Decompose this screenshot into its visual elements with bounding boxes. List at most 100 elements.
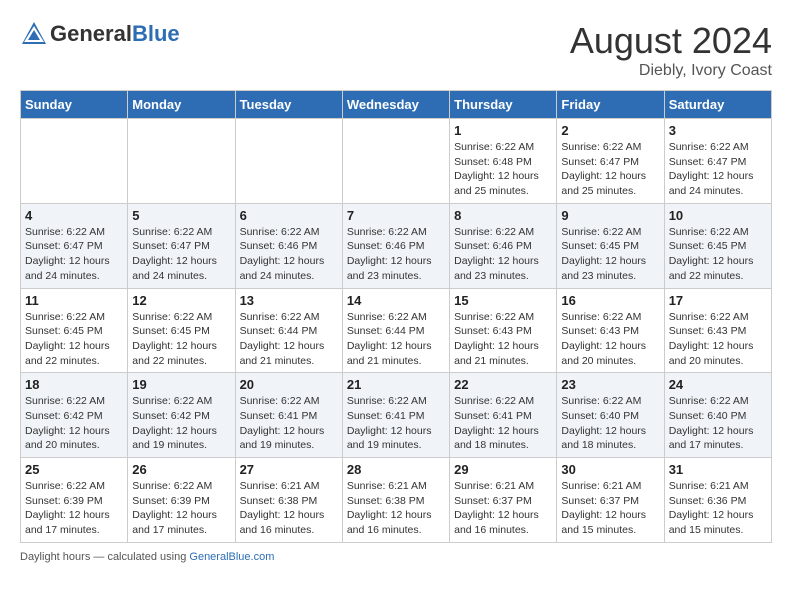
calendar-cell: 4Sunrise: 6:22 AM Sunset: 6:47 PM Daylig… bbox=[21, 203, 128, 288]
website-link[interactable]: GeneralBlue.com bbox=[189, 551, 274, 563]
day-number: 30 bbox=[561, 462, 659, 477]
day-number: 29 bbox=[454, 462, 552, 477]
calendar-cell: 20 Sunrise: 6:22 AM Sunset: 6:41 PM Dayli… bbox=[235, 373, 342, 458]
day-number: 16 bbox=[561, 293, 659, 308]
calendar-week-row: 18 Sunrise: 6:22 AM Sunset: 6:42 PM Dayli… bbox=[21, 373, 772, 458]
day-info: Sunrise: 6:22 AM Sunset: 6:41 PM Dayligh… bbox=[240, 394, 338, 453]
calendar-day-header: Thursday bbox=[450, 91, 557, 119]
calendar-cell: 23Sunrise: 6:22 AM Sunset: 6:40 PM Dayli… bbox=[557, 373, 664, 458]
day-number: 19 bbox=[132, 377, 230, 392]
calendar-cell: 17 Sunrise: 6:22 AM Sunset: 6:43 PM Dayli… bbox=[664, 288, 771, 373]
calendar-week-row: 11 Sunrise: 6:22 AM Sunset: 6:45 PM Dayli… bbox=[21, 288, 772, 373]
title-section: August 2024 Diebly, Ivory Coast bbox=[570, 20, 772, 80]
day-info: Sunrise: 6:22 AM Sunset: 6:44 PM Dayligh… bbox=[240, 310, 338, 369]
day-number: 11 bbox=[25, 293, 123, 308]
calendar-cell: 31 Sunrise: 6:21 AM Sunset: 6:36 PM Dayli… bbox=[664, 458, 771, 543]
day-number: 18 bbox=[25, 377, 123, 392]
day-info: Sunrise: 6:22 AM Sunset: 6:42 PM Dayligh… bbox=[132, 394, 230, 453]
day-info: Sunrise: 6:21 AM Sunset: 6:38 PM Dayligh… bbox=[240, 479, 338, 538]
calendar-cell: 9 Sunrise: 6:22 AM Sunset: 6:45 PM Daylig… bbox=[557, 203, 664, 288]
calendar-cell bbox=[128, 119, 235, 204]
logo-icon bbox=[20, 20, 48, 48]
calendar-cell bbox=[235, 119, 342, 204]
calendar-cell: 28 Sunrise: 6:21 AM Sunset: 6:38 PM Dayli… bbox=[342, 458, 449, 543]
day-info: Sunrise: 6:22 AM Sunset: 6:39 PM Dayligh… bbox=[132, 479, 230, 538]
day-info: Sunrise: 6:22 AM Sunset: 6:45 PM Dayligh… bbox=[25, 310, 123, 369]
day-number: 8 bbox=[454, 208, 552, 223]
daylight-label: Daylight hours bbox=[20, 551, 90, 563]
calendar-cell: 27Sunrise: 6:21 AM Sunset: 6:38 PM Dayli… bbox=[235, 458, 342, 543]
day-info: Sunrise: 6:22 AM Sunset: 6:42 PM Dayligh… bbox=[25, 394, 123, 453]
day-info: Sunrise: 6:22 AM Sunset: 6:47 PM Dayligh… bbox=[132, 225, 230, 284]
calendar-cell: 16 Sunrise: 6:22 AM Sunset: 6:43 PM Dayli… bbox=[557, 288, 664, 373]
day-info: Sunrise: 6:22 AM Sunset: 6:43 PM Dayligh… bbox=[561, 310, 659, 369]
calendar-cell: 19 Sunrise: 6:22 AM Sunset: 6:42 PM Dayli… bbox=[128, 373, 235, 458]
day-info: Sunrise: 6:22 AM Sunset: 6:41 PM Dayligh… bbox=[347, 394, 445, 453]
calendar-week-row: 1 Sunrise: 6:22 AM Sunset: 6:48 PM Daylig… bbox=[21, 119, 772, 204]
day-number: 21 bbox=[347, 377, 445, 392]
calendar-day-header: Sunday bbox=[21, 91, 128, 119]
calendar-cell: 30 Sunrise: 6:21 AM Sunset: 6:37 PM Dayli… bbox=[557, 458, 664, 543]
day-info: Sunrise: 6:22 AM Sunset: 6:43 PM Dayligh… bbox=[669, 310, 767, 369]
footer-note: Daylight hours — calculated using Genera… bbox=[20, 551, 772, 563]
day-info: Sunrise: 6:22 AM Sunset: 6:40 PM Dayligh… bbox=[669, 394, 767, 453]
day-info: Sunrise: 6:21 AM Sunset: 6:36 PM Dayligh… bbox=[669, 479, 767, 538]
day-number: 10 bbox=[669, 208, 767, 223]
day-number: 6 bbox=[240, 208, 338, 223]
day-number: 13 bbox=[240, 293, 338, 308]
day-info: Sunrise: 6:22 AM Sunset: 6:43 PM Dayligh… bbox=[454, 310, 552, 369]
day-number: 2 bbox=[561, 123, 659, 138]
calendar-cell: 29 Sunrise: 6:21 AM Sunset: 6:37 PM Dayli… bbox=[450, 458, 557, 543]
day-info: Sunrise: 6:22 AM Sunset: 6:46 PM Dayligh… bbox=[240, 225, 338, 284]
location-subtitle: Diebly, Ivory Coast bbox=[570, 62, 772, 80]
day-number: 9 bbox=[561, 208, 659, 223]
day-number: 22 bbox=[454, 377, 552, 392]
calendar-cell: 10 Sunrise: 6:22 AM Sunset: 6:45 PM Dayli… bbox=[664, 203, 771, 288]
day-info: Sunrise: 6:21 AM Sunset: 6:37 PM Dayligh… bbox=[454, 479, 552, 538]
day-info: Sunrise: 6:22 AM Sunset: 6:40 PM Dayligh… bbox=[561, 394, 659, 453]
day-number: 1 bbox=[454, 123, 552, 138]
day-info: Sunrise: 6:22 AM Sunset: 6:48 PM Dayligh… bbox=[454, 140, 552, 199]
logo: GeneralBlue bbox=[20, 20, 180, 48]
day-info: Sunrise: 6:22 AM Sunset: 6:46 PM Dayligh… bbox=[454, 225, 552, 284]
day-info: Sunrise: 6:22 AM Sunset: 6:47 PM Dayligh… bbox=[25, 225, 123, 284]
calendar-week-row: 25 Sunrise: 6:22 AM Sunset: 6:39 PM Dayli… bbox=[21, 458, 772, 543]
day-number: 31 bbox=[669, 462, 767, 477]
month-year-title: August 2024 bbox=[570, 20, 772, 62]
day-info: Sunrise: 6:22 AM Sunset: 6:41 PM Dayligh… bbox=[454, 394, 552, 453]
day-number: 3 bbox=[669, 123, 767, 138]
calendar-cell: 25Sunrise: 6:22 AM Sunset: 6:39 PM Dayli… bbox=[21, 458, 128, 543]
calendar-day-header: Wednesday bbox=[342, 91, 449, 119]
calendar-cell: 1 Sunrise: 6:22 AM Sunset: 6:48 PM Daylig… bbox=[450, 119, 557, 204]
calendar-header-row: SundayMondayTuesdayWednesdayThursdayFrid… bbox=[21, 91, 772, 119]
calendar-cell: 7 Sunrise: 6:22 AM Sunset: 6:46 PM Daylig… bbox=[342, 203, 449, 288]
calendar-cell bbox=[342, 119, 449, 204]
day-info: Sunrise: 6:21 AM Sunset: 6:37 PM Dayligh… bbox=[561, 479, 659, 538]
calendar-cell: 13 Sunrise: 6:22 AM Sunset: 6:44 PM Dayli… bbox=[235, 288, 342, 373]
calendar-cell: 15Sunrise: 6:22 AM Sunset: 6:43 PM Dayli… bbox=[450, 288, 557, 373]
calendar-table: SundayMondayTuesdayWednesdayThursdayFrid… bbox=[20, 90, 772, 543]
day-number: 14 bbox=[347, 293, 445, 308]
calendar-day-header: Saturday bbox=[664, 91, 771, 119]
day-info: Sunrise: 6:22 AM Sunset: 6:44 PM Dayligh… bbox=[347, 310, 445, 369]
calendar-cell: 2Sunrise: 6:22 AM Sunset: 6:47 PM Daylig… bbox=[557, 119, 664, 204]
day-number: 7 bbox=[347, 208, 445, 223]
day-number: 28 bbox=[347, 462, 445, 477]
day-number: 26 bbox=[132, 462, 230, 477]
day-number: 24 bbox=[669, 377, 767, 392]
day-number: 25 bbox=[25, 462, 123, 477]
calendar-cell bbox=[21, 119, 128, 204]
day-number: 17 bbox=[669, 293, 767, 308]
calendar-cell: 21 Sunrise: 6:22 AM Sunset: 6:41 PM Dayli… bbox=[342, 373, 449, 458]
calendar-cell: 5Sunrise: 6:22 AM Sunset: 6:47 PM Daylig… bbox=[128, 203, 235, 288]
calendar-cell: 14 Sunrise: 6:22 AM Sunset: 6:44 PM Dayli… bbox=[342, 288, 449, 373]
day-info: Sunrise: 6:22 AM Sunset: 6:45 PM Dayligh… bbox=[561, 225, 659, 284]
day-info: Sunrise: 6:22 AM Sunset: 6:47 PM Dayligh… bbox=[669, 140, 767, 199]
day-info: Sunrise: 6:22 AM Sunset: 6:46 PM Dayligh… bbox=[347, 225, 445, 284]
calendar-cell: 24 Sunrise: 6:22 AM Sunset: 6:40 PM Dayli… bbox=[664, 373, 771, 458]
calendar-cell: 22 Sunrise: 6:22 AM Sunset: 6:41 PM Dayli… bbox=[450, 373, 557, 458]
day-number: 20 bbox=[240, 377, 338, 392]
calendar-day-header: Friday bbox=[557, 91, 664, 119]
day-info: Sunrise: 6:21 AM Sunset: 6:38 PM Dayligh… bbox=[347, 479, 445, 538]
day-info: Sunrise: 6:22 AM Sunset: 6:45 PM Dayligh… bbox=[669, 225, 767, 284]
